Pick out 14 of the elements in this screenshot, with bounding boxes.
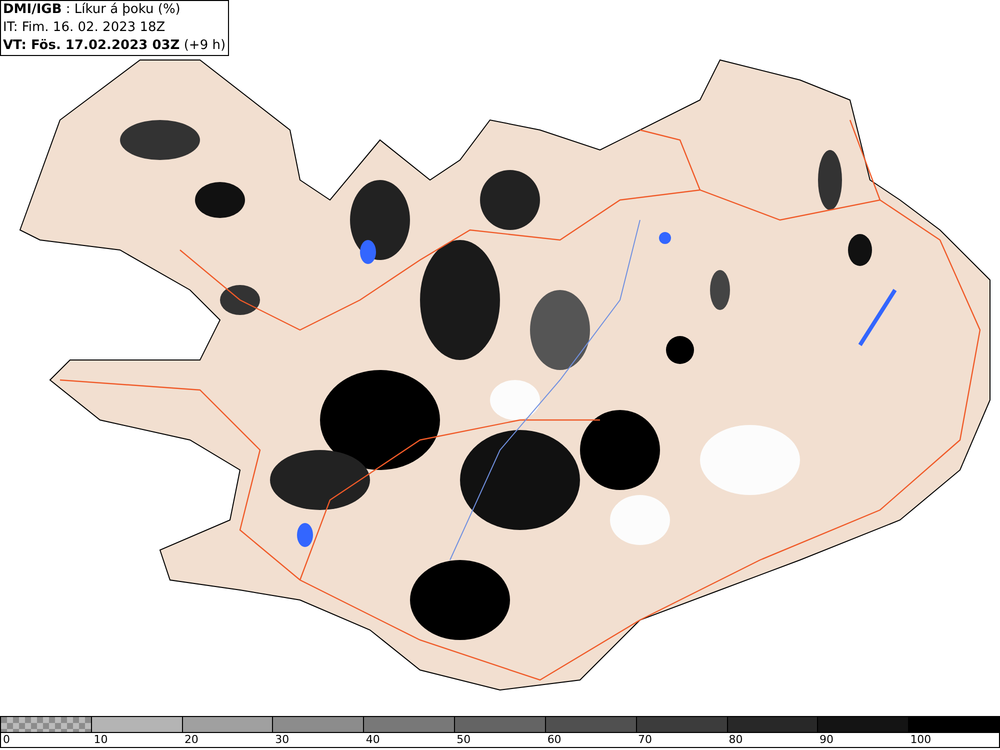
init-time: IT: Fim. 16. 02. 2023 18Z: [3, 19, 166, 37]
scale-tick-label: 90: [819, 733, 834, 747]
map-title: DMI/IGB : Líkur á þoku (%): [3, 1, 182, 19]
valid-time: VT: Fös. 17.02.2023 03Z (+9 h): [3, 37, 226, 55]
scale-tick-label: 0: [3, 733, 10, 747]
scale-tick-label: 20: [184, 733, 198, 747]
scale-tick-label: 80: [728, 733, 743, 747]
scale-tick-label: 70: [638, 733, 652, 747]
scale-tick-label: 60: [547, 733, 562, 747]
scale-tick-label: 50: [456, 733, 471, 747]
scale-tick-label: 100: [910, 733, 932, 747]
scale-tick-label: 30: [275, 733, 290, 747]
scale-tick-label: 40: [366, 733, 380, 747]
scale-tick-label: 10: [94, 733, 108, 747]
